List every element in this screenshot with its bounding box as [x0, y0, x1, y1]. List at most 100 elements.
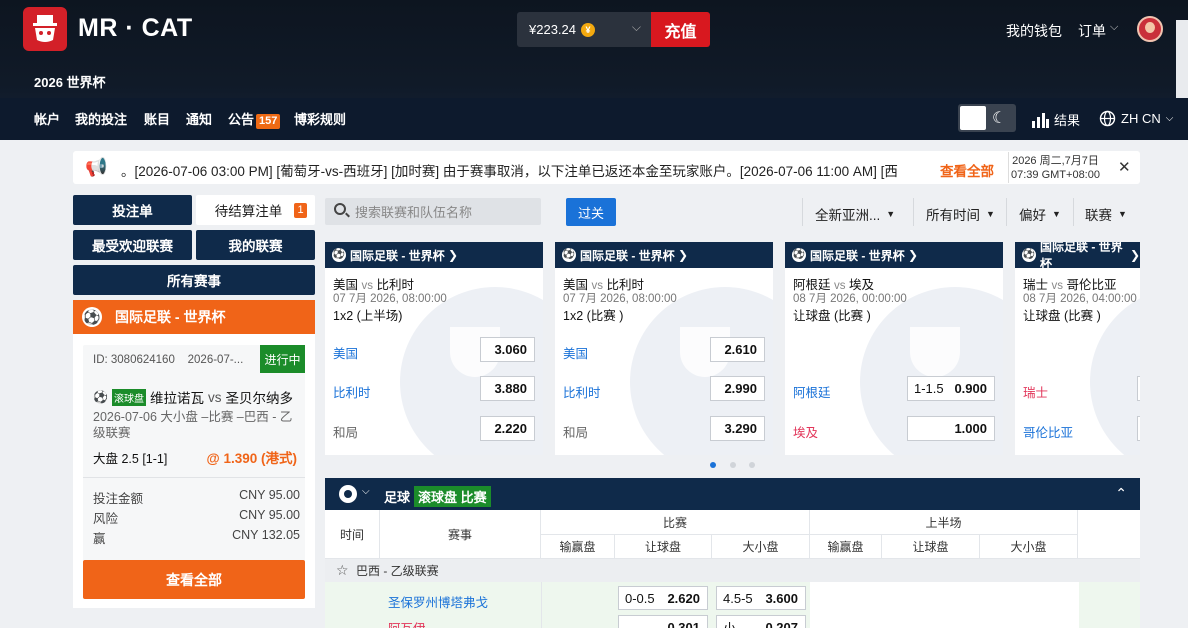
league-label: 国际足联 - 世界杯 [115, 309, 226, 325]
col-half-over-under: 大小盘 [980, 535, 1078, 559]
language-selector[interactable]: ZH CN ⌵ [1099, 110, 1173, 127]
pending-bets-tab[interactable]: 待结算注单 1 [196, 195, 315, 225]
brand-name[interactable]: MR · CAT [78, 14, 193, 43]
chevron-down-icon: ⌵ [631, 20, 641, 34]
card-league-header[interactable]: ⚽ 国际足联 - 世界杯 ❯ [555, 242, 773, 268]
orders-menu[interactable]: 订单 ⌵ [1078, 21, 1118, 41]
league-row[interactable]: ☆ 巴西 - 乙级联赛 [325, 559, 1140, 582]
theme-toggle[interactable]: ☾ [958, 104, 1016, 132]
odds-button[interactable]: 2.990 [710, 376, 765, 401]
soccer-ball-icon: ⚽ [792, 248, 806, 262]
popular-leagues-button[interactable]: 最受欢迎联赛 [73, 230, 192, 260]
time-filter[interactable]: 所有时间 ▼ [926, 204, 995, 224]
nav-notifications[interactable]: 通知 [186, 109, 212, 128]
pending-bet-card: ID: 3080624160 2026-07-... 进行中 ⚽ 滚球盘 维拉诺… [73, 334, 315, 608]
nav-my-bets[interactable]: 我的投注 [75, 109, 127, 128]
nav-announcements-label: 公告 [228, 112, 255, 127]
carousel-dot[interactable] [749, 462, 755, 468]
close-icon[interactable]: ✕ [1118, 158, 1131, 176]
odds-button[interactable]: 2.610 [710, 337, 765, 362]
nav-account[interactable]: 帐户 [34, 109, 60, 128]
odds-button[interactable] [1137, 416, 1140, 441]
soccer-ball-icon: ⚽ [1022, 248, 1036, 262]
card-market: 让球盘 (比赛 ) [793, 309, 871, 323]
view-all-bets-button[interactable]: 查看全部 [83, 560, 305, 599]
odds-button[interactable]: 1.000 [907, 416, 995, 441]
sport-label: 足球 [384, 490, 411, 505]
chevron-down-icon: ⌵ [1110, 21, 1119, 33]
soccer-ball-icon: ⚽ [93, 390, 108, 404]
soccer-ball-icon[interactable] [339, 485, 357, 503]
caret-down-icon: ▼ [1118, 209, 1127, 219]
ticker-view-all[interactable]: 查看全部 [940, 160, 994, 180]
odds-button[interactable]: 0.301 [618, 615, 708, 628]
chevron-down-icon: ⌵ [1165, 113, 1174, 124]
moon-icon: ☾ [992, 110, 1007, 127]
selection-name: 哥伦比亚 [1023, 426, 1074, 440]
card-time: 08 7月 2026, 00:00:00 [793, 293, 907, 305]
selection-name: 瑞士 [1023, 386, 1049, 400]
odds-button[interactable]: 2.220 [480, 416, 535, 441]
chevron-right-icon: ❯ [448, 248, 459, 262]
card-league-header[interactable]: ⚽ 国际足联 - 世界杯 ❯ [325, 242, 543, 268]
nav-rules[interactable]: 博彩规则 [294, 109, 346, 128]
carousel-dot[interactable] [710, 462, 716, 468]
odds-type-filter[interactable]: 全新亚洲... ▼ [815, 204, 895, 224]
bet-odds: @ 1.390 (港式) [206, 451, 297, 466]
chevron-up-icon[interactable]: ⌃ [1115, 485, 1127, 502]
balance-value: ¥223.24 [529, 22, 576, 37]
parlay-button[interactable]: 过关 [566, 198, 616, 226]
avatar[interactable] [1137, 16, 1163, 42]
stake-row: 投注金额 CNY 95.00 [93, 488, 300, 506]
league-world-cup-button[interactable]: ⚽ 国际足联 - 世界杯 [73, 300, 315, 334]
search-input[interactable]: 搜索联赛和队伍名称 [325, 198, 541, 225]
time-line: 07:39 GMT+08:00 [1011, 169, 1100, 181]
col-half-handicap: 让球盘 [882, 535, 980, 559]
chevron-right-icon: ❯ [678, 248, 689, 262]
odds-button[interactable]: 小 0.207 [716, 615, 806, 628]
col-time: 时间 [325, 510, 380, 559]
odds-button[interactable]: 4.5-5 3.600 [716, 586, 806, 610]
chevron-down-icon[interactable]: ⌵ [362, 486, 370, 497]
odds-button[interactable] [1137, 376, 1140, 401]
col-half-moneyline: 输赢盘 [810, 535, 882, 559]
odds-button[interactable]: 3.290 [710, 416, 765, 441]
carousel-dot[interactable] [730, 462, 736, 468]
odds-button[interactable]: 1-1.5 0.900 [907, 376, 995, 401]
home-team[interactable]: 圣保罗州博塔弗戈 [388, 592, 488, 611]
selection-name: 美国 [333, 347, 359, 361]
wallet-link[interactable]: 我的钱包 [1006, 21, 1062, 41]
orders-label: 订单 [1078, 23, 1106, 39]
odds-button[interactable]: 0-0.5 2.620 [618, 586, 708, 610]
vs-label: vs [207, 389, 222, 405]
odds-button[interactable]: 3.060 [480, 337, 535, 362]
brand-logo[interactable] [23, 7, 67, 51]
caret-down-icon: ▼ [1052, 209, 1061, 219]
deposit-button[interactable]: 充值 [651, 12, 710, 47]
away-team[interactable]: 阿瓦伊 [388, 618, 426, 628]
tournament-title: 2026 世界杯 [34, 75, 106, 90]
col-over-under: 大小盘 [712, 535, 810, 559]
card-time: 07 7月 2026, 08:00:00 [333, 293, 447, 305]
selection-name: 比利时 [333, 386, 371, 400]
card-league-header[interactable]: ⚽ 国际足联 - 世界杯 ❯ [1015, 242, 1140, 271]
chevron-right-icon: ❯ [908, 248, 919, 262]
nav-announcements[interactable]: 公告 157 [228, 109, 281, 129]
preference-filter[interactable]: 偏好 ▼ [1019, 204, 1061, 224]
odds-button[interactable]: 3.880 [480, 376, 535, 401]
league-filter[interactable]: 联赛 ▼ [1085, 204, 1127, 224]
results-link[interactable]: 结果 [1031, 110, 1080, 129]
my-leagues-button[interactable]: 我的联赛 [196, 230, 315, 260]
all-matches-button[interactable]: 所有赛事 [73, 265, 315, 295]
col-group-half: 上半场 [810, 510, 1078, 535]
nav-statement[interactable]: 账目 [144, 109, 170, 128]
card-league-header[interactable]: ⚽ 国际足联 - 世界杯 ❯ [785, 242, 1003, 268]
match-card: ⚽ 国际足联 - 世界杯 ❯ 瑞士 vs 哥伦比亚 08 7月 2026, 04:… [1015, 242, 1140, 455]
status-badge: 进行中 [260, 345, 305, 373]
ticker-message: 。[2026-07-06 03:00 PM] [葡萄牙-vs-西班牙] [加时赛… [121, 164, 898, 179]
bet-slip-tab[interactable]: 投注单 [73, 195, 192, 225]
live-tag: 滚球盘 [111, 388, 146, 406]
card-time: 07 7月 2026, 08:00:00 [563, 293, 677, 305]
star-icon[interactable]: ☆ [336, 562, 349, 579]
balance-selector[interactable]: ¥223.24 ¥ ⌵ [517, 12, 651, 47]
